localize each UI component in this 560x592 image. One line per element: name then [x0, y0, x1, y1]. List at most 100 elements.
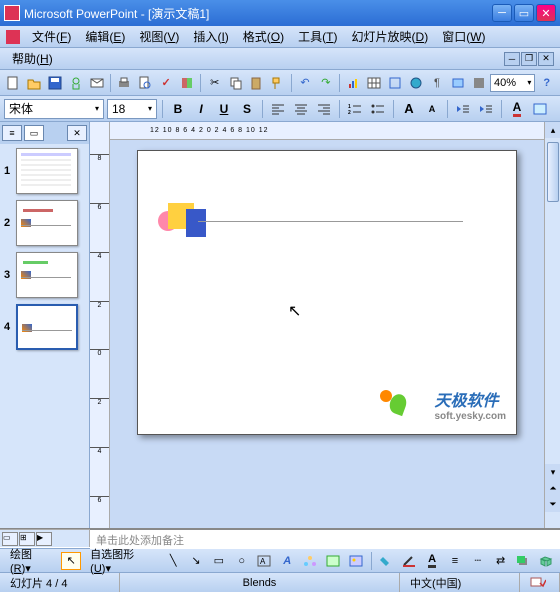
scroll-thumb[interactable] [547, 142, 559, 202]
thumbnail-1[interactable] [16, 148, 78, 194]
status-language: 中文(中国) [400, 573, 520, 592]
help-button[interactable]: ? [537, 73, 556, 93]
menu-format[interactable]: 格式(O) [237, 26, 290, 47]
thumbnail-2[interactable] [16, 200, 78, 246]
clipart-button[interactable] [323, 552, 343, 570]
align-left-button[interactable] [268, 99, 288, 119]
research-button[interactable] [178, 73, 197, 93]
font-combo[interactable]: 宋体▾ [4, 99, 104, 119]
line-button[interactable]: ╲ [163, 552, 183, 570]
thumbnail-4[interactable] [16, 304, 78, 350]
permission-button[interactable] [66, 73, 85, 93]
arrow-style-button[interactable]: ⇄ [491, 552, 511, 570]
font-color-draw-button[interactable]: A [422, 552, 442, 570]
textbox-button[interactable]: A [255, 552, 275, 570]
diagram-button[interactable] [300, 552, 320, 570]
open-button[interactable] [25, 73, 44, 93]
3d-style-button[interactable] [536, 552, 556, 570]
undo-button[interactable]: ↶ [296, 73, 315, 93]
menu-insert[interactable]: 插入(I) [187, 26, 234, 47]
show-grid-button[interactable] [448, 73, 467, 93]
new-button[interactable] [4, 73, 23, 93]
close-pane-button[interactable]: ✕ [67, 125, 87, 141]
print-button[interactable] [115, 73, 134, 93]
design-button[interactable] [530, 99, 550, 119]
menu-slideshow[interactable]: 幻灯片放映(D) [346, 26, 435, 47]
dash-style-button[interactable]: ┄ [468, 552, 488, 570]
line-style-button[interactable]: ≡ [445, 552, 465, 570]
menu-view[interactable]: 视图(V) [133, 26, 185, 47]
doc-restore-button[interactable]: ❐ [521, 52, 537, 66]
align-center-button[interactable] [291, 99, 311, 119]
minimize-button[interactable]: ─ [492, 4, 512, 22]
maximize-button[interactable]: ▭ [514, 4, 534, 22]
menu-help[interactable]: 帮助(H) [6, 48, 59, 69]
copy-button[interactable] [226, 73, 245, 93]
shadow-button[interactable]: S [237, 99, 257, 119]
slide-line [198, 221, 463, 222]
notes-pane[interactable]: 单击此处添加备注 [90, 529, 560, 549]
zoom-combo[interactable]: 40%▾ [490, 74, 535, 92]
menu-window[interactable]: 窗口(W) [436, 26, 491, 47]
oval-button[interactable]: ○ [232, 552, 252, 570]
scroll-up-button[interactable]: ▴ [545, 122, 560, 138]
redo-button[interactable]: ↷ [316, 73, 335, 93]
menu-tools[interactable]: 工具(T) [292, 26, 343, 47]
slides-tab[interactable]: ▭ [24, 125, 44, 141]
menubar-row2: 帮助(H) ─ ❐ ✕ [0, 48, 560, 70]
window-title: Microsoft PowerPoint - [演示文稿1] [24, 5, 492, 22]
underline-button[interactable]: U [214, 99, 234, 119]
thumb-number: 4 [4, 321, 16, 333]
next-slide-button[interactable]: ⏷ [545, 496, 560, 512]
picture-button[interactable] [346, 552, 366, 570]
menu-file[interactable]: 文件(F) [26, 26, 77, 47]
fontsize-combo[interactable]: 18▾ [107, 99, 157, 119]
color-grayscale-button[interactable] [469, 73, 488, 93]
hyperlink-button[interactable] [407, 73, 426, 93]
expand-all-button[interactable]: ¶ [427, 73, 446, 93]
increase-indent-button[interactable] [476, 99, 496, 119]
rectangle-button[interactable]: ▭ [209, 552, 229, 570]
font-color-button[interactable]: A [507, 99, 527, 119]
wordart-button[interactable]: A [277, 552, 297, 570]
italic-button[interactable]: I [191, 99, 211, 119]
insert-table-button[interactable] [365, 73, 384, 93]
editor-area: 12 10 8 6 4 2 0 2 4 6 8 10 12 天极软件 soft.… [110, 122, 544, 528]
thumbnail-3[interactable] [16, 252, 78, 298]
bold-button[interactable]: B [168, 99, 188, 119]
numbering-button[interactable]: 12 [345, 99, 365, 119]
scrollbar-vertical[interactable]: ▴ ▾ ⏶ ⏷ [544, 122, 560, 528]
bullets-button[interactable] [368, 99, 388, 119]
doc-minimize-button[interactable]: ─ [504, 52, 520, 66]
save-button[interactable] [46, 73, 65, 93]
watermark-icon [380, 390, 406, 416]
status-spellcheck-icon[interactable] [520, 573, 560, 592]
doc-close-button[interactable]: ✕ [538, 52, 554, 66]
scroll-down-button[interactable]: ▾ [545, 464, 560, 480]
shadow-style-button[interactable] [513, 552, 533, 570]
align-right-button[interactable] [314, 99, 334, 119]
cut-button[interactable]: ✂ [205, 73, 224, 93]
menubar: 文件(F) 编辑(E) 视图(V) 插入(I) 格式(O) 工具(T) 幻灯片放… [0, 26, 560, 48]
slide-canvas[interactable]: 天极软件 soft.yesky.com ↖ [137, 150, 517, 435]
workspace: ≡ ▭ ✕ 1 2 3 4 86420246 12 10 8 6 4 2 0 2… [0, 122, 560, 528]
tables-borders-button[interactable] [386, 73, 405, 93]
paste-button[interactable] [247, 73, 266, 93]
menu-edit[interactable]: 编辑(E) [79, 26, 131, 47]
format-painter-button[interactable] [268, 73, 287, 93]
decrease-indent-button[interactable] [453, 99, 473, 119]
preview-button[interactable] [136, 73, 155, 93]
select-objects-button[interactable]: ↖ [61, 552, 81, 570]
increase-font-button[interactable]: A [399, 99, 419, 119]
outline-tab[interactable]: ≡ [2, 125, 22, 141]
spelling-button[interactable]: ✓ [157, 73, 176, 93]
fill-color-button[interactable] [377, 552, 397, 570]
email-button[interactable] [87, 73, 106, 93]
line-color-button[interactable] [399, 552, 419, 570]
titlebar: Microsoft PowerPoint - [演示文稿1] ─ ▭ ✕ [0, 0, 560, 26]
arrow-button[interactable]: ↘ [186, 552, 206, 570]
insert-chart-button[interactable] [344, 73, 363, 93]
decrease-font-button[interactable]: A [422, 99, 442, 119]
prev-slide-button[interactable]: ⏶ [545, 480, 560, 496]
close-button[interactable]: ✕ [536, 4, 556, 22]
